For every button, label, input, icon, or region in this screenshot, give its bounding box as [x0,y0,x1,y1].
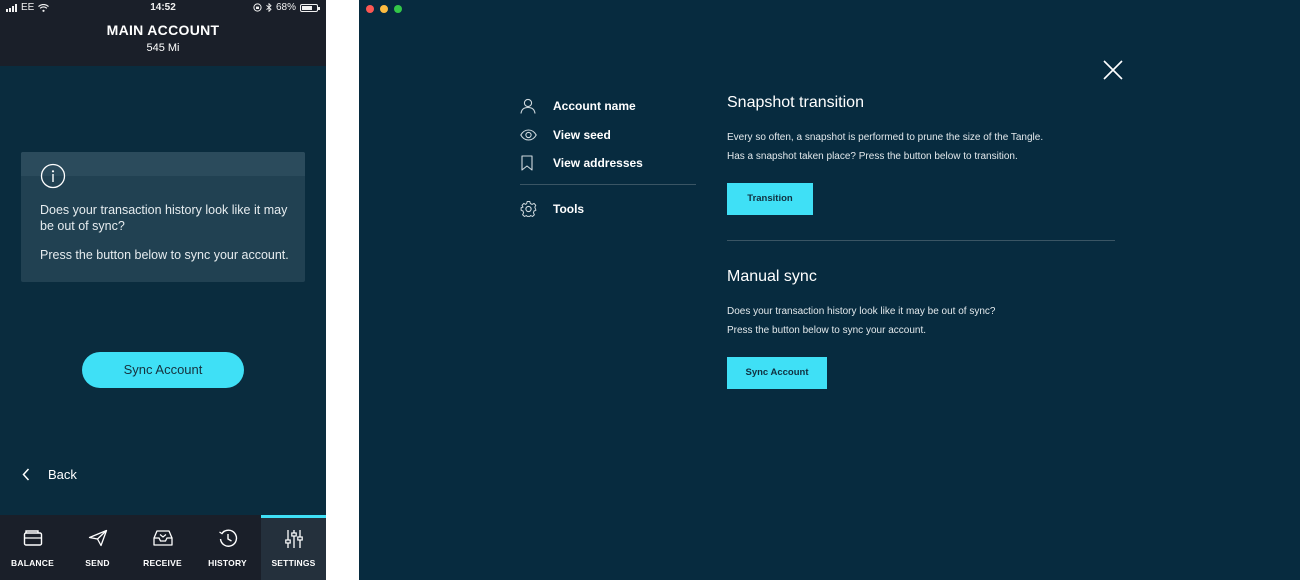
eye-icon [520,129,537,141]
menu-divider [520,183,696,185]
bluetooth-icon [266,3,272,12]
close-icon[interactable] [1103,60,1123,80]
transition-button[interactable]: Transition [727,183,813,215]
chevron-left-icon [22,467,30,481]
menu-label: View addresses [553,156,643,171]
back-label: Back [48,466,77,482]
battery-icon [300,3,320,12]
card-line-2: Press the button below to sync your acco… [40,248,289,262]
snapshot-line-1: Every so often, a snapshot is performed … [727,132,1044,143]
window-minimize-dot[interactable] [380,5,388,13]
sync-account-button-desktop[interactable]: Sync Account [727,357,827,389]
inbox-icon [152,530,173,546]
tab-receive[interactable]: RECEIVE [130,515,195,580]
settings-side-menu: Account name View seed View addresses To… [520,92,696,223]
mobile-app-screen: EE 14:52 68% MAIN ACCOUNT 545 Mi Does yo… [0,0,326,580]
battery-percent: 68% [275,2,296,13]
tools-content: Snapshot transition Every so often, a sn… [727,94,1115,389]
battery-level [302,5,312,10]
card-text: Does your transaction history look like … [40,202,290,263]
manual-sync-line-2: Press the button below to sync your acco… [727,325,926,336]
info-icon [40,163,66,189]
tab-label: RECEIVE [143,558,182,568]
tab-label: SETTINGS [271,558,316,568]
snapshot-line-2: Has a snapshot taken place? Press the bu… [727,151,1018,162]
desktop-app-window: Account name View seed View addresses To… [359,0,1300,580]
account-balance: 545 Mi [146,42,180,54]
menu-item-account-name[interactable]: Account name [520,92,696,121]
manual-sync-section: Manual sync Does your transaction histor… [727,268,1115,389]
menu-item-view-addresses[interactable]: View addresses [520,149,696,178]
tab-history[interactable]: HISTORY [195,515,260,580]
tab-label: BALANCE [11,558,54,568]
tab-settings[interactable]: SETTINGS [261,515,326,580]
manual-sync-title: Manual sync [727,268,817,285]
window-controls [366,5,402,13]
wallet-icon [23,530,42,546]
gear-icon [520,200,537,217]
sliders-icon [284,530,303,548]
tab-label: SEND [85,558,110,568]
menu-item-tools[interactable]: Tools [520,195,696,224]
menu-label: Account name [553,99,636,114]
bottom-tab-bar: BALANCE SEND RECEIVE HISTORY SETTINGS [0,515,326,580]
bookmark-icon [521,155,533,171]
status-right: 68% [253,2,320,13]
menu-label: View seed [553,127,611,142]
tab-label: HISTORY [208,558,247,568]
menu-label: Tools [553,201,585,216]
sync-info-card: Does your transaction history look like … [21,152,305,282]
back-button[interactable]: Back [22,464,77,484]
snapshot-title: Snapshot transition [727,94,864,111]
window-zoom-dot[interactable] [394,5,402,13]
user-icon [520,99,536,114]
manual-sync-line-1: Does your transaction history look like … [727,306,996,317]
paper-plane-icon [88,529,107,547]
section-divider [727,240,1115,241]
menu-item-view-seed[interactable]: View seed [520,121,696,150]
status-bar: EE 14:52 68% [0,0,326,16]
snapshot-section: Snapshot transition Every so often, a sn… [727,94,1115,215]
account-title: MAIN ACCOUNT [106,22,220,38]
card-line-1: Does your transaction history look like … [40,203,288,233]
rotation-lock-icon [253,3,262,12]
clock-icon [218,529,237,547]
tab-send[interactable]: SEND [65,515,130,580]
tab-balance[interactable]: BALANCE [0,515,65,580]
window-close-dot[interactable] [366,5,374,13]
sync-account-button[interactable]: Sync Account [82,352,244,388]
account-header: MAIN ACCOUNT 545 Mi [0,16,326,66]
